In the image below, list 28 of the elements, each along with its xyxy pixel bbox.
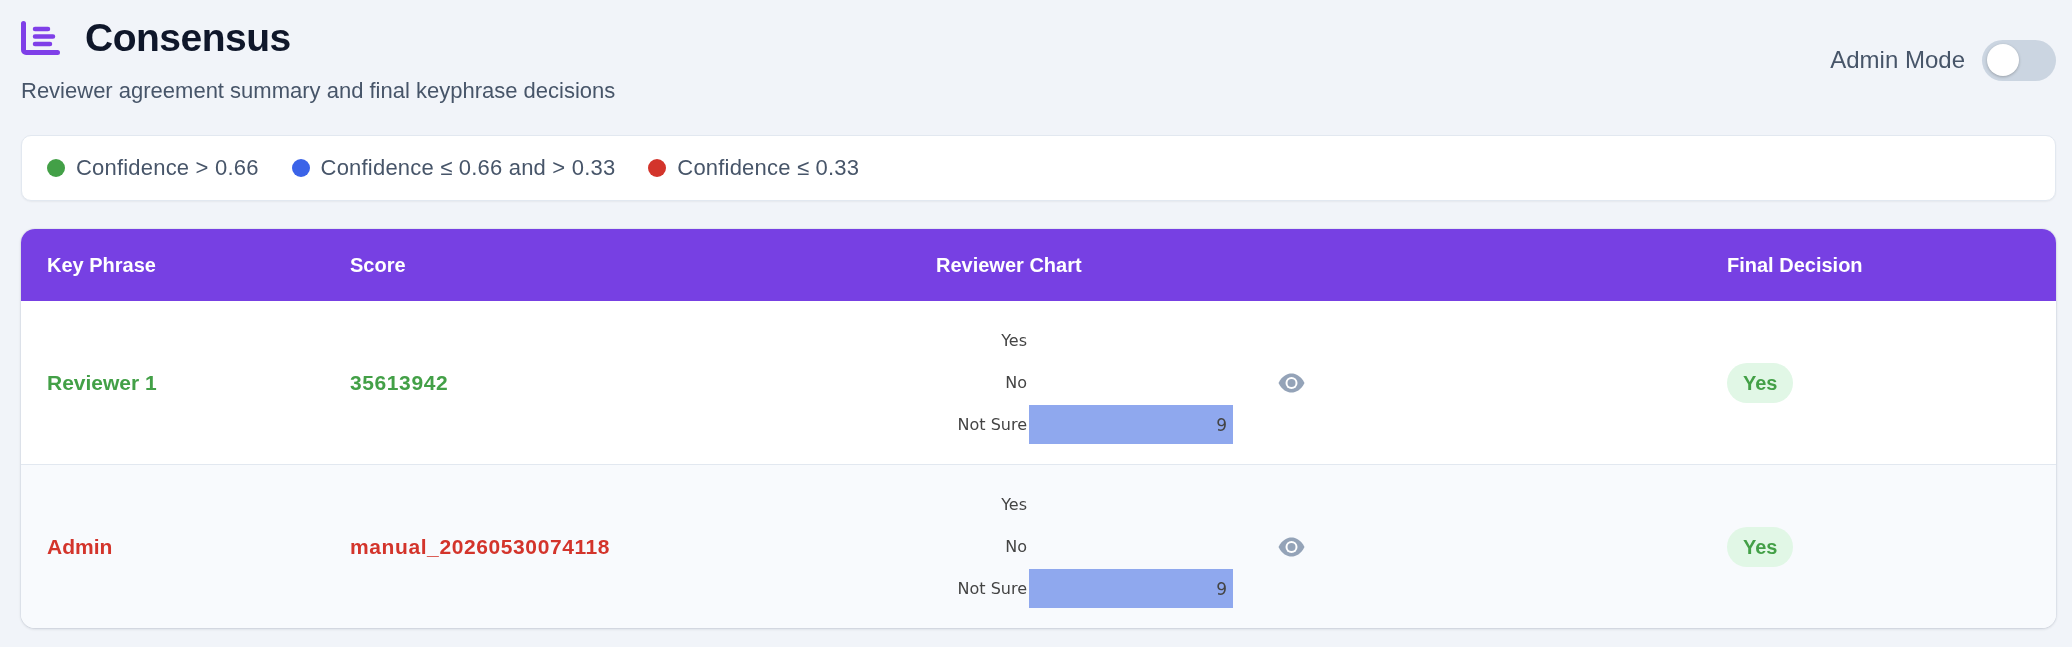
page-title: Consensus <box>85 17 291 59</box>
toggle-label: Admin Mode <box>1830 46 1965 74</box>
category-label: No <box>1005 537 1027 556</box>
decision-badge: Yes <box>1727 526 1794 567</box>
page-subtitle: Reviewer agreement summary and final keyphrase decisions <box>21 79 616 103</box>
admin-mode-toggle[interactable] <box>1982 39 2056 81</box>
category-label: Yes <box>1001 495 1027 514</box>
legend-label: Confidence > 0.66 <box>76 155 259 181</box>
eye-icon[interactable] <box>1278 372 1305 393</box>
value-label: 9 <box>1216 578 1227 599</box>
key-phrase-text: Admin <box>47 533 113 560</box>
column-header: Score <box>349 253 407 277</box>
legend-label: Confidence ≤ 0.33 <box>677 155 860 181</box>
category-label: No <box>1005 373 1027 392</box>
legend-label: Confidence ≤ 0.66 and > 0.33 <box>320 155 616 181</box>
column-header: Final Decision <box>1726 253 1864 277</box>
value-label: 9 <box>1216 414 1227 435</box>
column-header: Key Phrase <box>46 253 157 277</box>
score-text: 35613942 <box>350 369 449 396</box>
category-label: Yes <box>1001 331 1027 350</box>
key-phrase-text: Reviewer 1 <box>47 369 157 396</box>
category-label: Not Sure <box>957 415 1027 434</box>
category-label: Not Sure <box>957 579 1027 598</box>
decision-badge: Yes <box>1727 362 1794 403</box>
score-text: manual_20260530074118 <box>350 533 611 560</box>
eye-icon[interactable] <box>1278 536 1305 557</box>
bar-chart-icon <box>21 21 60 55</box>
column-header: Reviewer Chart <box>935 253 1083 277</box>
